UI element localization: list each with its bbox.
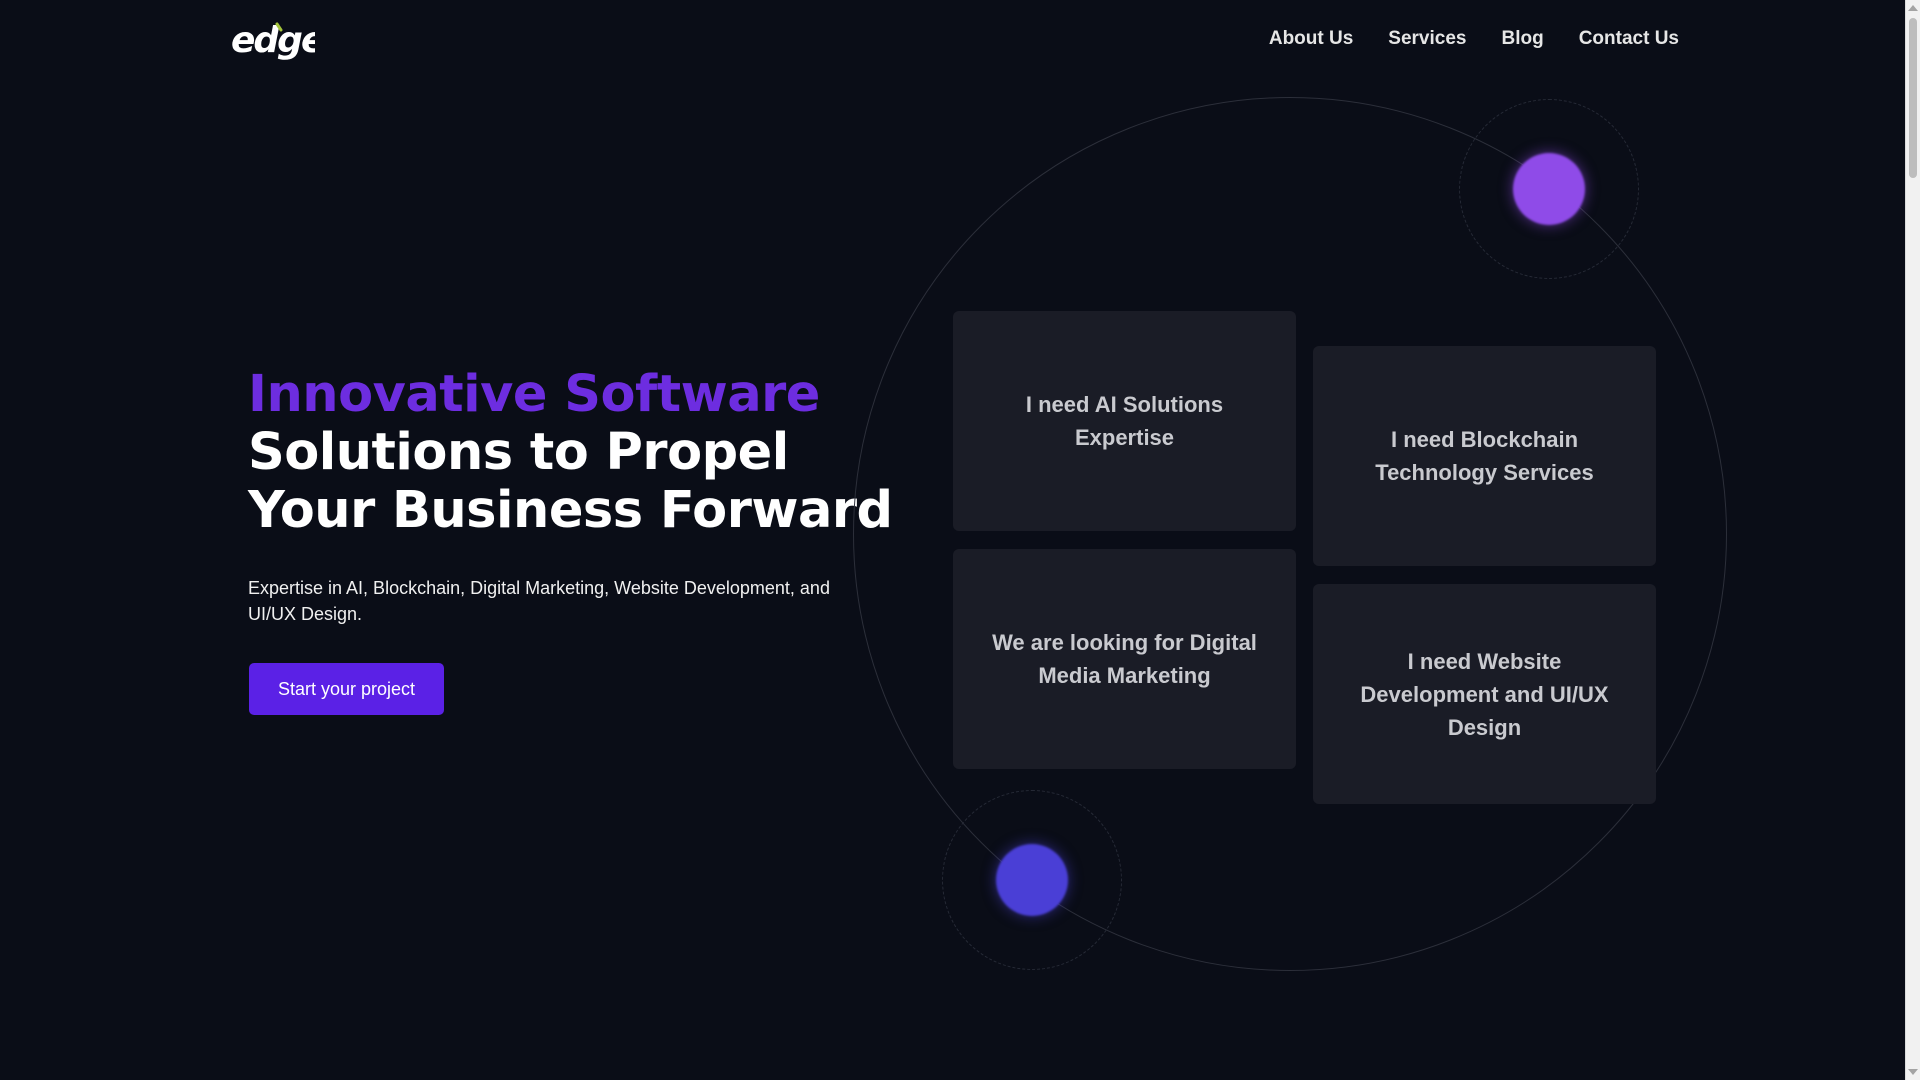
card-ai-solutions[interactable]: I need AI Solutions Expertise <box>953 311 1296 531</box>
card-web-development[interactable]: I need Website Development and UI/UX Des… <box>1313 584 1656 804</box>
page: edge About Us Services Blog Contact Us I… <box>0 0 1920 1080</box>
hero-subtitle: Expertise in AI, Blockchain, Digital Mar… <box>248 578 830 624</box>
nav-about-us[interactable]: About Us <box>1269 26 1353 52</box>
purple-orb <box>1513 153 1585 225</box>
scroll-thumb[interactable] <box>1909 18 1917 178</box>
card-label: I need Website Development and UI/UX Des… <box>1360 648 1609 740</box>
hero-title: Innovative Software Solutions to Propel … <box>248 366 908 540</box>
card-label: I need AI Solutions Expertise <box>1025 392 1224 450</box>
svg-text:edge: edge <box>231 20 315 61</box>
nav-blog[interactable]: Blog <box>1501 26 1543 52</box>
edge-logo[interactable]: edge <box>231 18 327 62</box>
nav-services[interactable]: Services <box>1388 26 1466 52</box>
blue-orb <box>996 844 1068 916</box>
scroll-up-icon[interactable] <box>1908 5 1918 11</box>
card-digital-marketing[interactable]: We are looking for Digital Media Marketi… <box>953 549 1296 769</box>
vertical-scrollbar[interactable] <box>1905 0 1920 1080</box>
hero-title-accent: Innovative Software <box>248 365 820 424</box>
card-label: We are looking for Digital Media Marketi… <box>992 630 1257 688</box>
nav-contact-us[interactable]: Contact Us <box>1579 26 1679 52</box>
main-nav: About Us Services Blog Contact Us <box>1269 26 1679 52</box>
scroll-down-icon[interactable] <box>1908 1069 1918 1075</box>
start-project-button[interactable]: Start your project <box>249 663 444 715</box>
card-label: I need Blockchain Technology Services <box>1375 427 1594 485</box>
card-blockchain[interactable]: I need Blockchain Technology Services <box>1313 346 1656 566</box>
hero-title-rest: Solutions to Propel Your Business Forwar… <box>248 423 893 540</box>
